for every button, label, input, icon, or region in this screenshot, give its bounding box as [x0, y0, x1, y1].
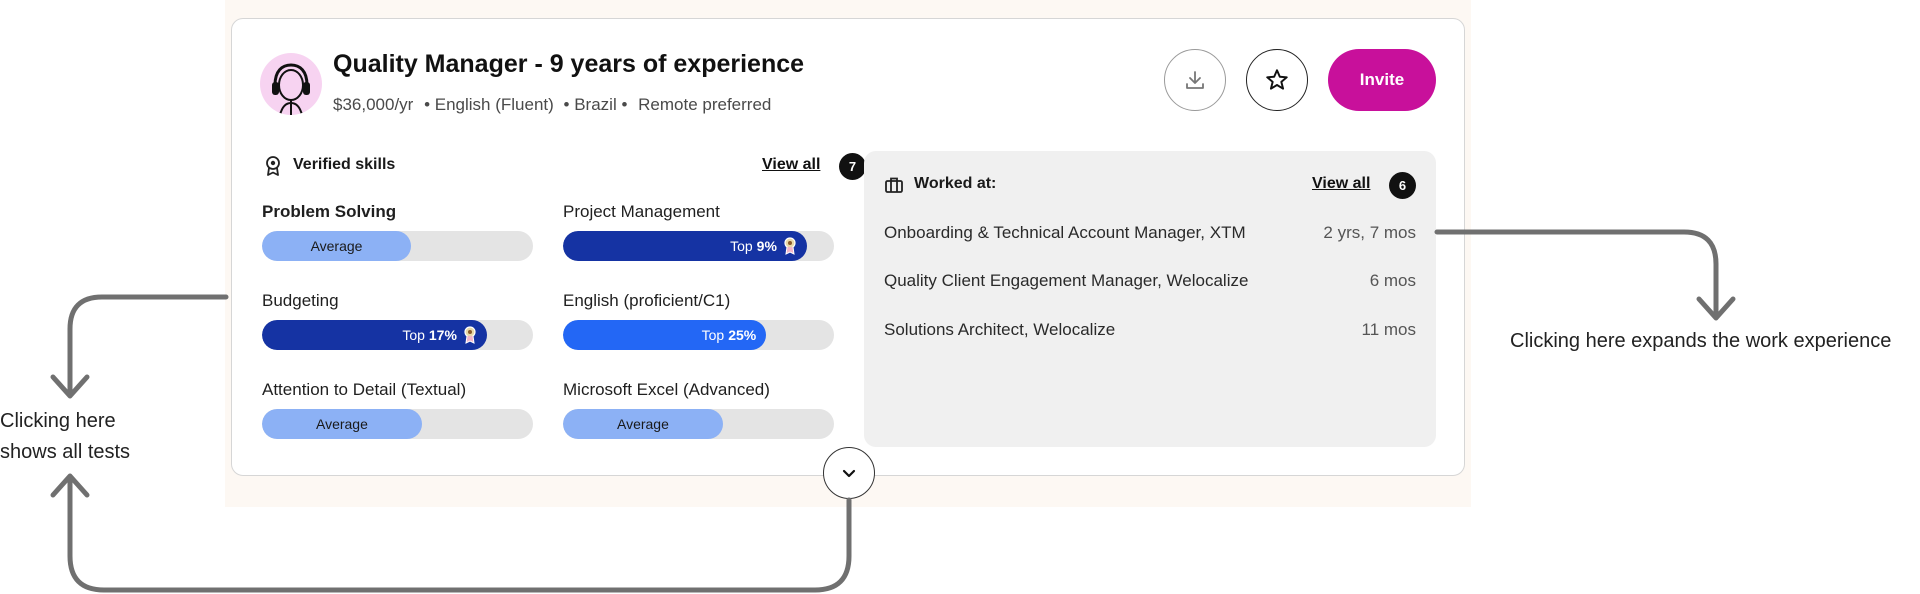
arrow-to-right-annotation — [1434, 229, 1719, 319]
left-annotation-line1: Clicking here — [0, 410, 116, 432]
left-annotation: Clicking here shows all tests — [0, 406, 130, 468]
left-annotation-line2: shows all tests — [0, 441, 131, 463]
right-annotation: Clicking here expands the work experienc… — [1510, 330, 1892, 352]
annotation-arrows — [50, 229, 1736, 593]
arrow-to-left-annotation — [67, 294, 229, 397]
arrow-from-expand — [67, 475, 852, 593]
